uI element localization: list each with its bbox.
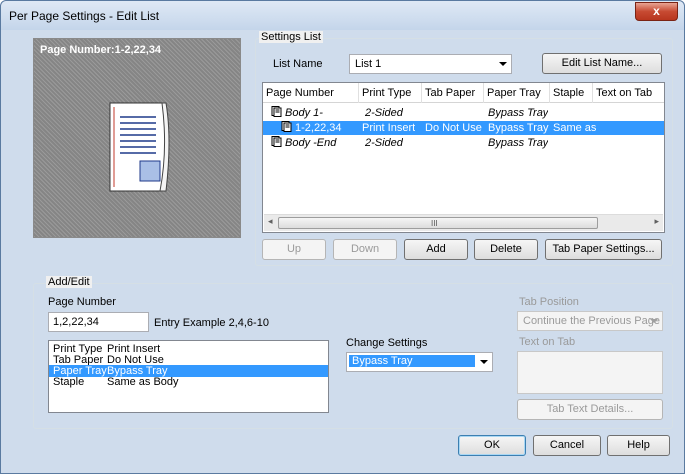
cancel-button[interactable]: Cancel (533, 435, 601, 456)
page-number-input[interactable]: 1,2,22,34 (48, 312, 149, 332)
entry-example-text: Entry Example 2,4,6-10 (154, 317, 269, 329)
chevron-down-icon (480, 360, 488, 364)
change-settings-value: Bypass Tray (349, 355, 475, 367)
scroll-right-icon[interactable]: ▸ (654, 216, 659, 227)
column-tab-paper[interactable]: Tab Paper (422, 83, 484, 103)
add-button[interactable]: Add (404, 239, 468, 260)
row-staple: Same as (553, 122, 597, 134)
horizontal-scrollbar[interactable]: ◂ III ▸ (264, 214, 663, 231)
column-staple[interactable]: Staple (550, 83, 593, 103)
table-row[interactable]: Body -End 2-Sided Bypass Tray (263, 136, 664, 150)
preview-page-label: Page Number:1-2,22,34 (40, 44, 162, 56)
help-button[interactable]: Help (607, 435, 670, 456)
column-page-number[interactable]: Page Number (263, 83, 359, 103)
document-icon (109, 102, 170, 192)
title-bar[interactable]: Per Page Settings - Edit List x (1, 1, 684, 30)
table-row[interactable]: Body 1- 2-Sided Bypass Tray (263, 106, 664, 120)
ok-button[interactable]: OK (458, 435, 526, 456)
column-text-on-tab[interactable]: Text on Tab (593, 83, 664, 103)
row-page-number: Body -End (271, 136, 359, 150)
delete-button[interactable]: Delete (474, 239, 538, 260)
settings-list-view[interactable]: Page Number Print Type Tab Paper Paper T… (262, 82, 665, 233)
scroll-grip: III (431, 219, 438, 228)
row-paper-tray: Bypass Tray (488, 122, 549, 134)
page-number-label: Page Number (48, 296, 116, 308)
table-row-selected[interactable]: 1-2,22,34 Print Insert Do Not Use Bypass… (263, 121, 664, 135)
list-name-value: List 1 (355, 58, 382, 70)
text-on-tab-field[interactable] (517, 351, 663, 394)
column-paper-tray[interactable]: Paper Tray (484, 83, 550, 103)
chevron-down-icon (650, 319, 658, 323)
settings-list-group-label: Settings List (259, 31, 323, 43)
column-print-type[interactable]: Print Type (359, 83, 422, 103)
row-paper-tray: Bypass Tray (488, 137, 549, 149)
tab-paper-settings-button[interactable]: Tab Paper Settings... (545, 239, 662, 260)
list-header: Page Number Print Type Tab Paper Paper T… (263, 83, 664, 103)
down-button[interactable]: Down (333, 239, 397, 260)
up-button[interactable]: Up (262, 239, 326, 260)
change-settings-dropdown[interactable]: Bypass Tray (346, 352, 493, 372)
list-item[interactable]: Staple Same as Body (49, 376, 328, 388)
text-on-tab-label: Text on Tab (519, 336, 576, 348)
tab-text-details-button[interactable]: Tab Text Details... (517, 399, 663, 420)
page-icon (281, 121, 292, 132)
page-preview: Page Number:1-2,22,34 (33, 38, 241, 238)
row-tab-paper: Do Not Use (425, 122, 482, 134)
tab-position-label: Tab Position (519, 296, 579, 308)
row-paper-tray: Bypass Tray (488, 107, 549, 119)
close-button[interactable]: x (635, 2, 678, 21)
edit-list-name-button[interactable]: Edit List Name... (542, 53, 662, 74)
list-name-dropdown[interactable]: List 1 (349, 54, 512, 74)
page-number-value: 1,2,22,34 (53, 316, 99, 328)
settings-listbox[interactable]: Print Type Print Insert Tab Paper Do Not… (48, 340, 329, 413)
row-page-number: Body 1- (271, 106, 359, 120)
add-edit-group-label: Add/Edit (46, 276, 92, 288)
scroll-left-icon[interactable]: ◂ (268, 216, 273, 227)
page-icon (271, 106, 282, 117)
row-print-type: 2-Sided (365, 137, 403, 149)
change-settings-label: Change Settings (346, 337, 428, 349)
tab-position-dropdown[interactable]: Continue the Previous Page (517, 311, 663, 331)
chevron-down-icon (499, 62, 507, 66)
tab-position-value: Continue the Previous Page (523, 315, 660, 327)
row-print-type: Print Insert (362, 122, 416, 134)
page-icon (271, 136, 282, 147)
row-print-type: 2-Sided (365, 107, 403, 119)
list-name-label: List Name (273, 58, 323, 70)
scroll-thumb[interactable]: III (278, 217, 598, 229)
row-page-number: 1-2,22,34 (281, 121, 359, 135)
window-title: Per Page Settings - Edit List (9, 9, 160, 23)
